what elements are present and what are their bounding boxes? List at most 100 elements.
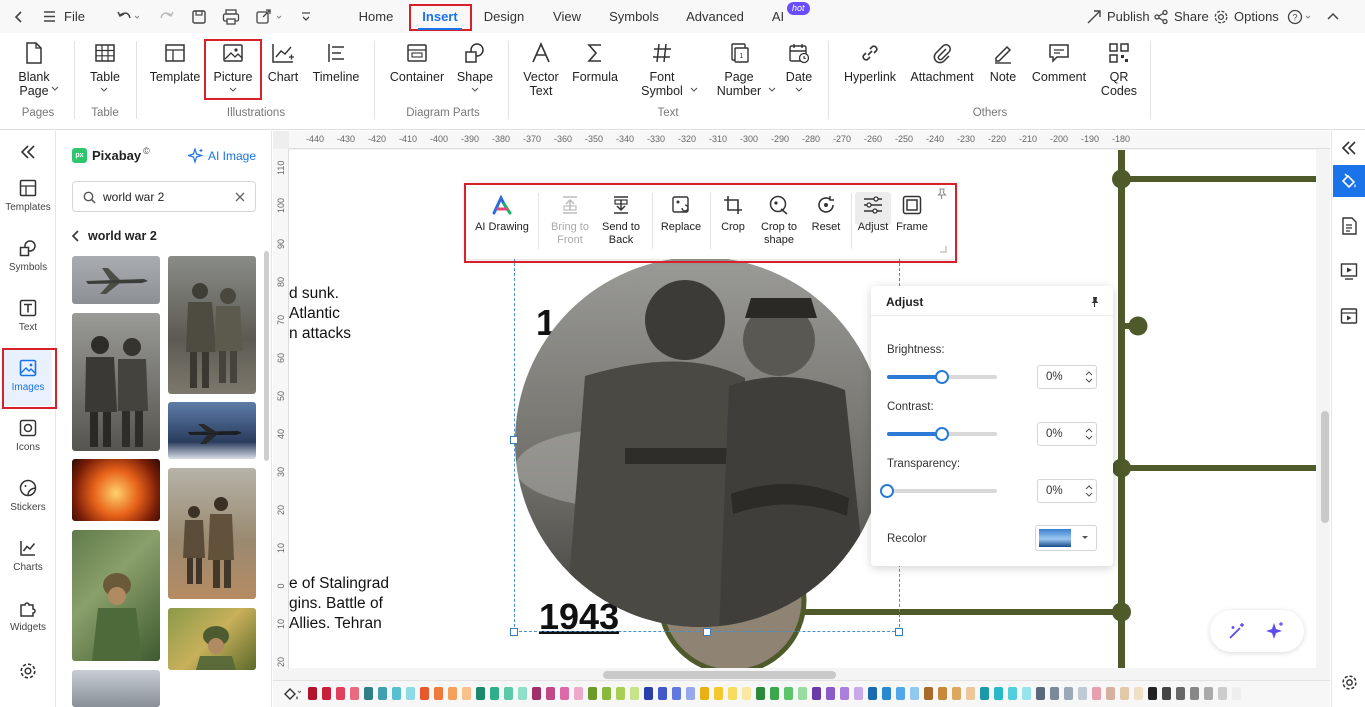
color-swatch[interactable] bbox=[728, 687, 737, 700]
formula-button[interactable]: Formula bbox=[570, 42, 620, 84]
color-swatch[interactable] bbox=[700, 687, 709, 700]
color-swatch[interactable] bbox=[966, 687, 975, 700]
image-thumbnail-city[interactable] bbox=[72, 670, 160, 707]
color-swatch[interactable] bbox=[322, 687, 331, 700]
color-swatch[interactable] bbox=[882, 687, 891, 700]
color-swatch[interactable] bbox=[686, 687, 695, 700]
page-number-dropdown-icon[interactable] bbox=[768, 87, 776, 92]
font-symbol-dropdown-icon[interactable] bbox=[690, 87, 698, 92]
color-swatch[interactable] bbox=[504, 687, 513, 700]
color-swatch[interactable] bbox=[714, 687, 723, 700]
color-swatch[interactable] bbox=[1008, 687, 1017, 700]
color-swatch[interactable] bbox=[1106, 687, 1115, 700]
color-swatch[interactable] bbox=[630, 687, 639, 700]
slideshow-icon[interactable] bbox=[1340, 262, 1358, 280]
color-swatch[interactable] bbox=[1120, 687, 1129, 700]
shape-button[interactable]: Shape bbox=[455, 42, 495, 84]
stepper-arrows-icon[interactable] bbox=[1085, 370, 1093, 384]
contrast-slider[interactable] bbox=[887, 427, 997, 441]
attachment-button[interactable]: Attachment bbox=[908, 42, 976, 84]
color-swatch[interactable] bbox=[1148, 687, 1157, 700]
ai-sparkle-icon[interactable] bbox=[1265, 621, 1285, 641]
color-swatch[interactable] bbox=[756, 687, 765, 700]
color-swatch[interactable] bbox=[1036, 687, 1045, 700]
hyperlink-button[interactable]: Hyperlink bbox=[840, 42, 900, 84]
library-scrollbar[interactable] bbox=[264, 251, 269, 461]
color-swatch[interactable] bbox=[980, 687, 989, 700]
color-swatch[interactable] bbox=[378, 687, 387, 700]
image-thumbnail-soldiers-desert[interactable] bbox=[168, 468, 256, 599]
color-swatch[interactable] bbox=[364, 687, 373, 700]
transparency-stepper[interactable]: 0% bbox=[1037, 479, 1097, 503]
resize-handle[interactable] bbox=[510, 436, 518, 444]
tab-ai[interactable]: AI bbox=[768, 0, 788, 33]
tab-advanced[interactable]: Advanced bbox=[684, 0, 746, 33]
color-swatch[interactable] bbox=[826, 687, 835, 700]
color-swatch[interactable] bbox=[462, 687, 471, 700]
color-swatch[interactable] bbox=[1092, 687, 1101, 700]
image-thumbnail-explosion[interactable] bbox=[72, 459, 160, 521]
collapse-ribbon-icon[interactable] bbox=[1326, 0, 1340, 33]
color-swatch[interactable] bbox=[518, 687, 527, 700]
color-swatch[interactable] bbox=[490, 687, 499, 700]
transparency-slider-knob[interactable] bbox=[880, 484, 894, 498]
canvas-area[interactable]: -440 -430 -420 -410 -400 -390 -380 -370 -360 -350… bbox=[273, 131, 1330, 707]
color-swatch[interactable] bbox=[532, 687, 541, 700]
right-settings-icon[interactable] bbox=[1341, 674, 1358, 691]
color-swatch[interactable] bbox=[896, 687, 905, 700]
fill-tool-active[interactable] bbox=[1333, 165, 1365, 197]
color-swatch[interactable] bbox=[350, 687, 359, 700]
sidebar-item-charts[interactable]: Charts bbox=[0, 539, 56, 573]
color-swatch[interactable] bbox=[812, 687, 821, 700]
fill-color-icon[interactable] bbox=[283, 686, 301, 702]
brightness-stepper[interactable]: 0% bbox=[1037, 365, 1097, 389]
sidebar-item-text[interactable]: Text bbox=[0, 299, 56, 333]
color-swatch[interactable] bbox=[1218, 687, 1227, 700]
color-swatch[interactable] bbox=[392, 687, 401, 700]
color-swatch[interactable] bbox=[742, 687, 751, 700]
color-swatch[interactable] bbox=[868, 687, 877, 700]
sidebar-item-widgets[interactable]: Widgets bbox=[0, 599, 56, 633]
stepper-arrows-icon[interactable] bbox=[1085, 484, 1093, 498]
save-icon[interactable] bbox=[191, 0, 207, 33]
tab-symbols[interactable]: Symbols bbox=[606, 0, 662, 33]
color-swatch[interactable] bbox=[546, 687, 555, 700]
font-symbol-button[interactable]: Font Symbol bbox=[636, 42, 688, 98]
color-swatch[interactable] bbox=[1176, 687, 1185, 700]
color-swatch[interactable] bbox=[616, 687, 625, 700]
undo-icon[interactable] bbox=[116, 0, 140, 33]
color-swatch[interactable] bbox=[784, 687, 793, 700]
date-button[interactable]: Date bbox=[782, 42, 816, 84]
blank-page-button[interactable]: Blank Page bbox=[14, 42, 54, 98]
blank-page-dropdown-icon[interactable] bbox=[51, 86, 59, 91]
more-dropdown-icon[interactable] bbox=[299, 0, 313, 33]
brightness-slider[interactable] bbox=[887, 370, 997, 384]
collapse-sidebar-icon[interactable] bbox=[0, 145, 56, 164]
color-swatch[interactable] bbox=[952, 687, 961, 700]
color-swatch[interactable] bbox=[1232, 687, 1241, 700]
recolor-dropdown[interactable] bbox=[1035, 525, 1097, 551]
sidebar-item-templates[interactable]: Templates bbox=[0, 179, 56, 213]
options-button[interactable]: Options bbox=[1213, 0, 1279, 33]
transparency-slider[interactable] bbox=[880, 484, 997, 498]
horizontal-scrollbar[interactable] bbox=[603, 671, 836, 679]
color-swatch[interactable] bbox=[910, 687, 919, 700]
breadcrumb[interactable]: world war 2 bbox=[71, 229, 157, 243]
color-swatch[interactable] bbox=[1134, 687, 1143, 700]
color-swatch[interactable] bbox=[1078, 687, 1087, 700]
drawing-page[interactable]: d sunk. Atlantic n attacks 1 e of Stalin… bbox=[289, 150, 1316, 668]
print-icon[interactable] bbox=[222, 0, 240, 33]
back-icon[interactable] bbox=[12, 0, 26, 33]
file-menu[interactable]: File bbox=[42, 0, 85, 33]
note-button[interactable]: Note bbox=[984, 42, 1022, 84]
sidebar-item-stickers[interactable]: Stickers bbox=[0, 479, 56, 513]
color-swatch[interactable] bbox=[798, 687, 807, 700]
search-input[interactable] bbox=[103, 188, 223, 206]
color-swatch[interactable] bbox=[448, 687, 457, 700]
resize-handle[interactable] bbox=[895, 628, 903, 636]
comment-button[interactable]: Comment bbox=[1030, 42, 1088, 84]
image-thumbnail-field-soldier[interactable] bbox=[168, 608, 256, 670]
color-swatch[interactable] bbox=[560, 687, 569, 700]
color-swatch[interactable] bbox=[1162, 687, 1171, 700]
stepper-arrows-icon[interactable] bbox=[1085, 427, 1093, 441]
